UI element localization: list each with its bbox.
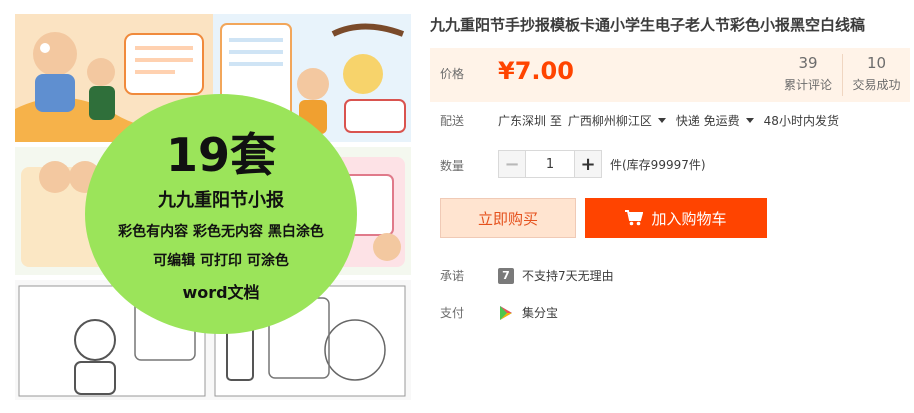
quantity-input[interactable]: 1 bbox=[525, 151, 575, 177]
add-to-cart-button[interactable]: 加入购物车 bbox=[585, 198, 767, 238]
shipping-origin: 广东深圳 至 bbox=[498, 114, 562, 128]
promo-title: 九九重阳节小报 bbox=[158, 189, 284, 211]
sales-count: 10 bbox=[866, 54, 887, 72]
promise-text[interactable]: 不支持7天无理由 bbox=[522, 267, 614, 284]
decrease-button[interactable]: − bbox=[499, 151, 525, 177]
price-panel: 价格 ¥7.00 39 累计评论 10 交易成功 bbox=[430, 48, 910, 102]
promo-features: 可编辑 可打印 可涂色 bbox=[153, 252, 289, 269]
product-image[interactable]: 19套 九九重阳节小报 彩色有内容 彩色无内容 黑白涂色 可编辑 可打印 可涂色… bbox=[15, 14, 411, 400]
shipping-method-selector[interactable]: 快递 免运费 bbox=[676, 112, 740, 129]
price-label: 价格 bbox=[440, 67, 465, 81]
promo-variants: 彩色有内容 彩色无内容 黑白涂色 bbox=[118, 223, 324, 240]
payment-method[interactable]: 集分宝 bbox=[522, 304, 558, 321]
buy-now-button[interactable]: 立即购买 bbox=[440, 198, 576, 238]
reviews-label: 累计评论 bbox=[783, 78, 832, 92]
sales-label: 交易成功 bbox=[852, 78, 901, 92]
reviews-stat[interactable]: 39 累计评论 bbox=[774, 54, 842, 93]
stock-info: 件(库存99997件) bbox=[610, 157, 706, 172]
buy-now-label: 立即购买 bbox=[477, 209, 538, 228]
reviews-count: 39 bbox=[798, 54, 818, 72]
sales-stat: 10 交易成功 bbox=[842, 54, 910, 96]
promo-count: 19套 bbox=[165, 127, 276, 182]
destination-selector[interactable]: 广西柳州柳江区 bbox=[568, 112, 652, 129]
chevron-down-icon[interactable] bbox=[657, 118, 666, 123]
quantity-label: 数量 bbox=[440, 159, 465, 173]
promise-label: 承诺 bbox=[440, 269, 465, 283]
shipping-label: 配送 bbox=[440, 114, 465, 128]
promo-bubble: 19套 九九重阳节小报 彩色有内容 彩色无内容 黑白涂色 可编辑 可打印 可涂色… bbox=[85, 94, 357, 334]
price-value: ¥7.00 bbox=[498, 57, 574, 85]
jifenbao-icon bbox=[498, 305, 514, 321]
add-to-cart-label: 加入购物车 bbox=[651, 209, 727, 228]
quantity-stepper[interactable]: − 1 + bbox=[498, 150, 602, 178]
shipping-time: 48小时内发货 bbox=[763, 114, 839, 128]
increase-button[interactable]: + bbox=[575, 151, 601, 177]
payment-label: 支付 bbox=[440, 306, 465, 320]
promo-format: word文档 bbox=[182, 282, 260, 302]
chevron-down-icon[interactable] bbox=[745, 118, 754, 123]
product-title: 九九重阳节手抄报模板卡通小学生电子老人节彩色小报黑空白线稿 bbox=[430, 16, 866, 34]
cart-icon bbox=[625, 210, 644, 226]
no-return-icon: 7 bbox=[498, 267, 514, 284]
